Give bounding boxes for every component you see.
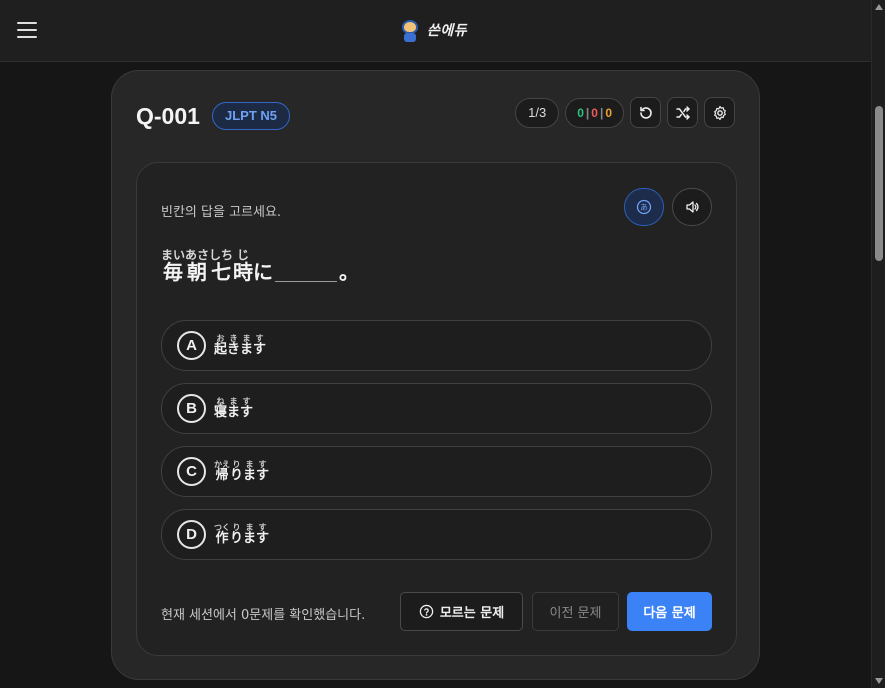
instruction-text: 빈칸의 답을 고르세요.	[161, 205, 282, 220]
question-ending: 。	[339, 260, 360, 284]
question-panel: 빈칸의 답을 고르세요. あ 毎まい朝あさ七しち時じに 。 A 起おきますきます…	[136, 162, 737, 656]
progress-indicator: 1/3	[515, 97, 560, 128]
next-question-button[interactable]: 다음 문제	[627, 592, 712, 631]
wrong-count: 0	[591, 105, 598, 120]
brand-name: 쓴에듀	[427, 23, 468, 39]
option-letter: C	[177, 457, 206, 486]
option-c[interactable]: C 帰かえりますります	[161, 446, 712, 497]
reset-icon	[639, 106, 652, 119]
prev-question-button[interactable]: 이전 문제	[532, 592, 619, 631]
question-text: 毎まい朝あさ七しち時じに	[161, 248, 273, 284]
option-letter: B	[177, 394, 206, 423]
mascot-logo-icon	[399, 18, 421, 42]
furigana-toggle-button[interactable]: あ	[624, 188, 664, 226]
scroll-up-arrow-icon[interactable]	[875, 4, 883, 10]
question-tools: あ	[624, 188, 712, 226]
option-text: 帰かえりますります	[214, 460, 269, 483]
score-counter: 0 | 0 | 0	[565, 97, 624, 128]
quiz-card: Q-001 JLPT N5 1/3 0 | 0 | 0 빈칸의 답을 고르세요. あ	[111, 70, 760, 680]
furigana-icon: あ	[636, 199, 652, 215]
option-letter: A	[177, 331, 206, 360]
reset-button[interactable]	[630, 97, 661, 128]
question-sentence: 毎まい朝あさ七しち時じに 。	[161, 248, 359, 285]
answer-blank	[275, 281, 338, 282]
correct-count: 0	[577, 105, 584, 120]
option-text: 寝ねますます	[214, 397, 254, 420]
unknown-button-label: 모르는 문제	[439, 606, 505, 621]
option-a[interactable]: A 起おきますきます	[161, 320, 712, 371]
option-text: 作つくりますります	[214, 523, 269, 546]
question-circle-icon	[419, 604, 434, 619]
shuffle-button[interactable]	[667, 97, 698, 128]
option-letter: D	[177, 520, 206, 549]
page-scrollbar[interactable]	[871, 0, 885, 688]
brand[interactable]: 쓴에듀	[399, 18, 467, 42]
option-text: 起おきますきます	[214, 334, 267, 357]
scroll-thumb[interactable]	[875, 106, 883, 261]
question-id: Q-001	[136, 103, 200, 129]
audio-play-button[interactable]	[672, 188, 712, 226]
hamburger-menu-icon[interactable]	[17, 22, 37, 40]
svg-text:あ: あ	[640, 203, 648, 212]
settings-icon	[713, 105, 726, 120]
card-controls: 1/3 0 | 0 | 0	[515, 97, 735, 128]
settings-button[interactable]	[704, 97, 735, 128]
unknown-count: 0	[605, 105, 612, 120]
unknown-question-button[interactable]: 모르는 문제	[400, 592, 523, 631]
top-bar: 쓴에듀	[0, 0, 871, 62]
option-b[interactable]: B 寝ねますます	[161, 383, 712, 434]
session-note: 현재 세션에서 0문제를 확인했습니다.	[161, 608, 366, 623]
shuffle-icon	[675, 105, 690, 120]
option-d[interactable]: D 作つくりますります	[161, 509, 712, 560]
scroll-down-arrow-icon[interactable]	[875, 678, 883, 684]
speaker-icon	[686, 201, 699, 213]
level-badge: JLPT N5	[212, 102, 291, 130]
